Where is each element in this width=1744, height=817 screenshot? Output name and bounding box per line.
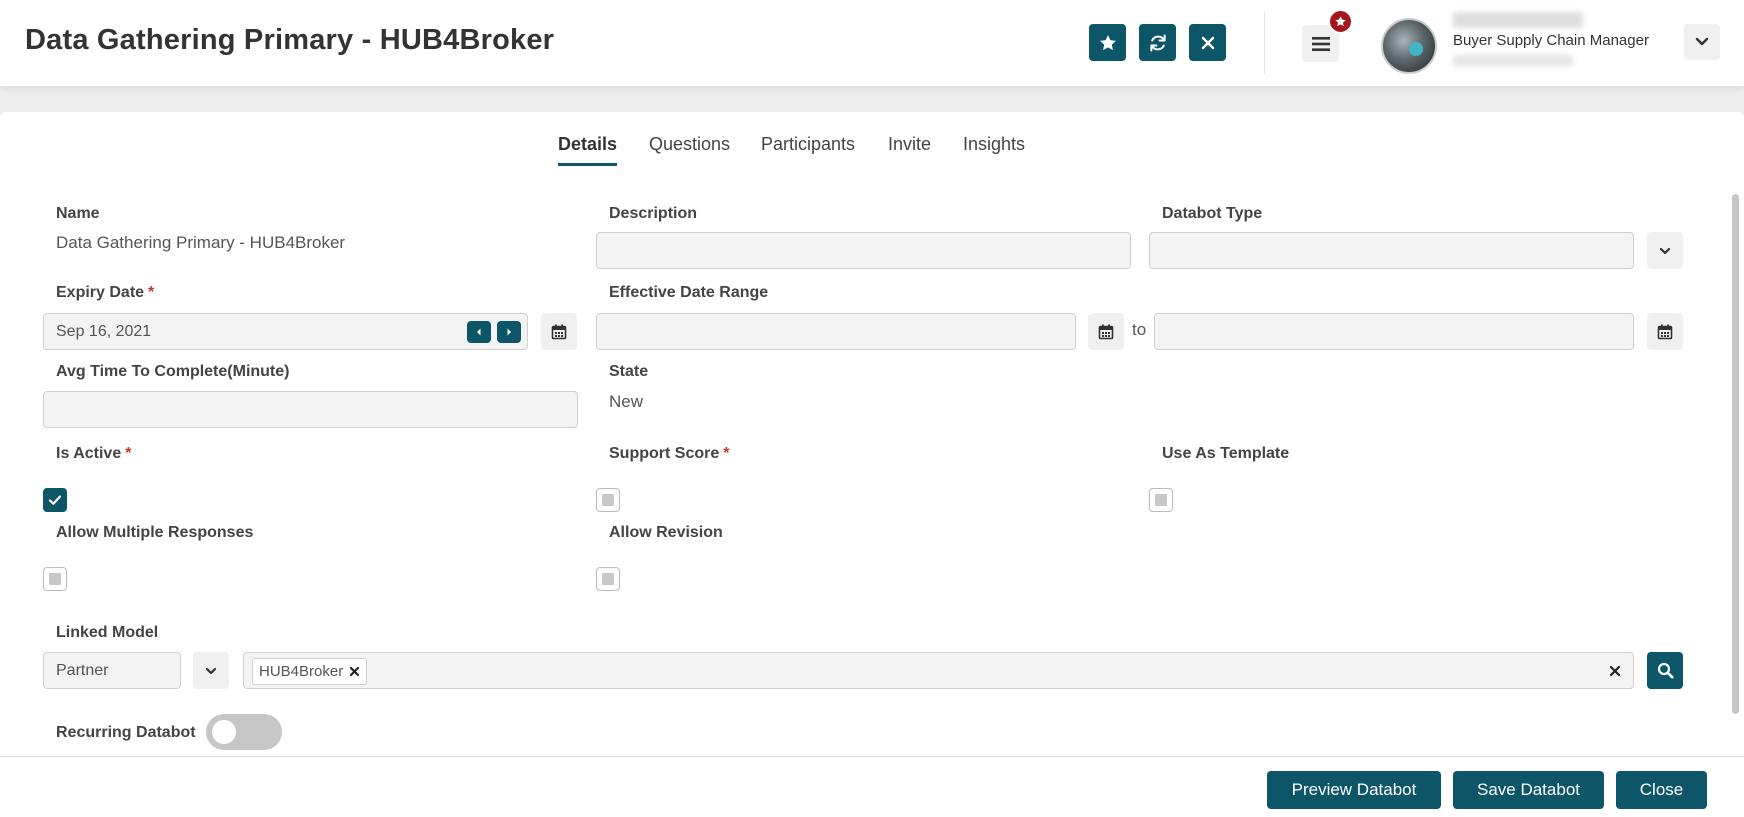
save-databot-button[interactable]: Save Databot [1453, 771, 1604, 809]
tab-participants[interactable]: Participants [761, 134, 855, 163]
support-score-label: Support Score * [609, 445, 729, 463]
tab-invite[interactable]: Invite [888, 134, 931, 163]
calendar-icon [1657, 324, 1673, 339]
remove-chip-icon[interactable] [349, 666, 360, 677]
date-range-separator: to [1132, 320, 1147, 339]
user-role: Buyer Supply Chain Manager [1453, 32, 1649, 49]
effective-from-calendar-button[interactable] [1088, 313, 1124, 350]
scrollbar[interactable] [1732, 194, 1739, 714]
databot-type-dropdown-button[interactable] [1647, 232, 1683, 269]
effective-to-calendar-button[interactable] [1647, 313, 1683, 350]
linked-model-chip: HUB4Broker [252, 658, 368, 685]
user-name-redacted [1453, 12, 1583, 28]
databot-type-label: Databot Type [1162, 205, 1263, 222]
use-as-template-checkbox[interactable] [1149, 488, 1173, 512]
star-icon [1099, 34, 1116, 50]
favorites-badge[interactable] [1328, 9, 1353, 34]
tab-questions[interactable]: Questions [649, 134, 730, 163]
allow-revision-label: Allow Revision [609, 524, 723, 541]
is-active-checkbox[interactable] [43, 488, 67, 512]
expiry-date-value: Sep 16, 2021 [56, 322, 152, 340]
support-score-checkbox[interactable] [596, 488, 620, 512]
linked-model-type-dropdown-button[interactable] [193, 652, 229, 689]
refresh-button[interactable] [1139, 24, 1176, 61]
linked-model-type-select[interactable]: Partner [43, 652, 181, 689]
page-title: Data Gathering Primary - HUB4Broker [25, 24, 555, 56]
expiry-calendar-button[interactable] [541, 313, 577, 350]
expiry-date-label-text: Expiry Date [56, 284, 145, 301]
user-menu-button[interactable] [1684, 24, 1720, 60]
search-icon [1657, 662, 1673, 679]
avatar[interactable] [1381, 18, 1437, 74]
avg-time-label: Avg Time To Complete(Minute) [56, 363, 290, 380]
clear-icon[interactable] [1609, 665, 1621, 677]
state-value: New [609, 392, 644, 411]
header-divider [1264, 12, 1265, 74]
chevron-down-icon [205, 667, 217, 674]
allow-revision-checkbox[interactable] [596, 567, 620, 591]
effective-date-from-input[interactable] [596, 313, 1076, 350]
required-marker: * [148, 284, 155, 301]
close-page-button[interactable] [1189, 24, 1226, 61]
linked-model-multiselect[interactable]: HUB4Broker [243, 652, 1634, 689]
tab-details[interactable]: Details [558, 134, 618, 166]
page-header: Data Gathering Primary - HUB4Broker Buye… [0, 0, 1744, 86]
tab-insights[interactable]: Insights [963, 134, 1025, 163]
linked-model-search-button[interactable] [1647, 652, 1683, 689]
action-footer: Preview Databot Save Databot Close [0, 756, 1744, 817]
caret-left-icon [477, 328, 481, 336]
chevron-down-icon [1695, 37, 1709, 46]
expiry-next-button[interactable] [497, 321, 521, 343]
favorite-button[interactable] [1089, 24, 1126, 61]
user-email-redacted [1453, 55, 1573, 66]
calendar-icon [1098, 324, 1114, 339]
is-active-label-text: Is Active [56, 445, 122, 462]
databot-type-select[interactable] [1149, 232, 1634, 269]
is-active-label: Is Active * [56, 445, 131, 463]
avg-time-input[interactable] [43, 391, 578, 428]
expiry-prev-button[interactable] [467, 321, 491, 343]
recurring-databot-toggle[interactable] [206, 714, 282, 750]
effective-date-range-label: Effective Date Range [609, 284, 769, 301]
allow-multiple-responses-label: Allow Multiple Responses [56, 524, 254, 541]
description-input[interactable] [596, 232, 1131, 269]
calendar-icon [551, 324, 567, 339]
support-score-label-text: Support Score [609, 445, 720, 462]
required-marker: * [125, 445, 132, 462]
star-icon [1335, 16, 1346, 27]
chevron-down-icon [1659, 247, 1671, 254]
recurring-databot-label: Recurring Databot [56, 724, 196, 741]
tab-bar: Details Questions Participants Invite In… [0, 134, 1744, 170]
description-label: Description [609, 205, 698, 222]
expiry-date-label: Expiry Date * [56, 284, 154, 302]
allow-multiple-responses-checkbox[interactable] [43, 567, 67, 591]
close-button[interactable]: Close [1616, 771, 1707, 809]
hamburger-icon [1311, 36, 1330, 51]
use-as-template-label: Use As Template [1162, 445, 1290, 462]
name-value: Data Gathering Primary - HUB4Broker [56, 233, 346, 252]
state-label: State [609, 363, 649, 380]
linked-model-label: Linked Model [56, 624, 159, 641]
details-panel: Details Questions Participants Invite In… [0, 112, 1744, 817]
linked-model-chip-label: HUB4Broker [259, 663, 344, 680]
preview-databot-button[interactable]: Preview Databot [1267, 771, 1441, 809]
name-label: Name [56, 205, 100, 222]
caret-right-icon [507, 328, 511, 336]
expiry-date-input[interactable]: Sep 16, 2021 [43, 313, 528, 350]
close-icon [1201, 36, 1214, 49]
required-marker: * [723, 445, 730, 462]
effective-date-to-input[interactable] [1154, 313, 1634, 350]
checkmark-icon [48, 495, 62, 505]
refresh-icon [1149, 34, 1166, 51]
